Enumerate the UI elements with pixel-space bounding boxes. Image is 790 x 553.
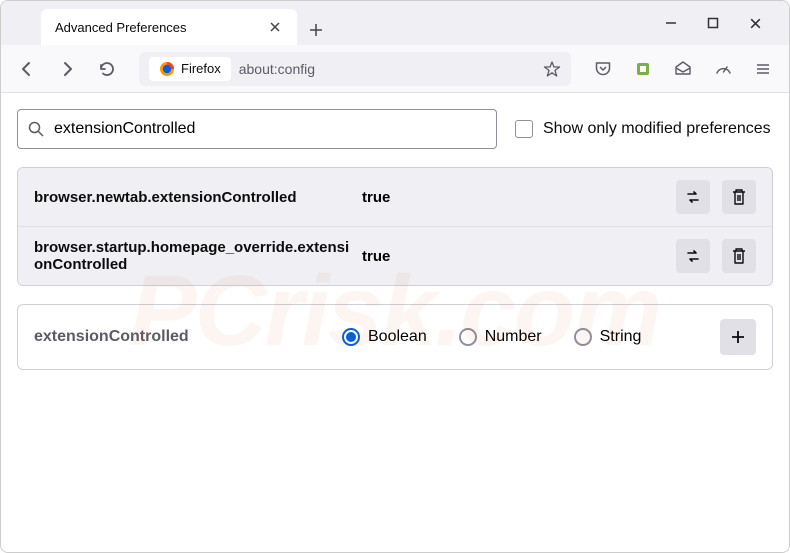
close-window-button[interactable] [747, 15, 763, 31]
radio-boolean[interactable]: Boolean [342, 328, 427, 346]
radio-label: Boolean [368, 328, 427, 346]
forward-button[interactable] [53, 55, 81, 83]
minimize-button[interactable] [663, 15, 679, 31]
type-radio-group: Boolean Number String [342, 328, 641, 346]
radio-icon [342, 328, 360, 346]
identity-box[interactable]: Firefox [149, 57, 231, 81]
radio-icon [574, 328, 592, 346]
preference-name: browser.startup.homepage_override.extens… [34, 239, 350, 273]
reload-button[interactable] [93, 55, 121, 83]
toggle-button[interactable] [676, 180, 710, 214]
browser-tab[interactable]: Advanced Preferences [41, 9, 297, 45]
identity-label: Firefox [181, 61, 221, 76]
url-text: about:config [239, 61, 315, 77]
add-button[interactable] [720, 319, 756, 355]
mail-icon[interactable] [669, 55, 697, 83]
radio-string[interactable]: String [574, 328, 642, 346]
search-input[interactable] [54, 120, 486, 138]
extension-icon[interactable] [629, 55, 657, 83]
tab-bar: Advanced Preferences [1, 1, 789, 45]
delete-button[interactable] [722, 239, 756, 273]
radio-number[interactable]: Number [459, 328, 542, 346]
close-tab-icon[interactable] [267, 19, 283, 35]
radio-label: String [600, 328, 642, 346]
address-bar[interactable]: Firefox about:config [139, 52, 571, 86]
tab-title: Advanced Preferences [55, 20, 187, 35]
new-tab-button[interactable] [297, 15, 335, 45]
preference-row: browser.startup.homepage_override.extens… [18, 227, 772, 285]
radio-icon [459, 328, 477, 346]
bookmark-star-icon[interactable] [543, 60, 561, 78]
show-modified-checkbox[interactable]: Show only modified preferences [515, 120, 771, 138]
preference-actions [676, 180, 756, 214]
pocket-icon[interactable] [589, 55, 617, 83]
toggle-button[interactable] [676, 239, 710, 273]
search-box[interactable] [17, 109, 497, 149]
preference-actions [676, 239, 756, 273]
new-preference-row: extensionControlled Boolean Number Strin… [17, 304, 773, 370]
browser-window: Advanced Preferences [0, 0, 790, 553]
about-config-content: Show only modified preferences browser.n… [1, 93, 789, 552]
meter-icon[interactable] [709, 55, 737, 83]
preference-table: browser.newtab.extensionControlled true … [17, 167, 773, 286]
preference-row: browser.newtab.extensionControlled true [18, 168, 772, 227]
checkbox-icon [515, 120, 533, 138]
maximize-button[interactable] [705, 15, 721, 31]
search-icon [28, 121, 44, 137]
new-preference-name: extensionControlled [34, 328, 314, 346]
firefox-icon [159, 61, 175, 77]
window-controls [663, 15, 781, 31]
delete-button[interactable] [722, 180, 756, 214]
preference-value: true [362, 248, 664, 265]
preference-name: browser.newtab.extensionControlled [34, 189, 350, 206]
menu-button[interactable] [749, 55, 777, 83]
radio-label: Number [485, 328, 542, 346]
back-button[interactable] [13, 55, 41, 83]
search-row: Show only modified preferences [17, 109, 773, 149]
checkbox-label: Show only modified preferences [543, 120, 771, 138]
navigation-toolbar: Firefox about:config [1, 45, 789, 93]
preference-value: true [362, 189, 664, 206]
